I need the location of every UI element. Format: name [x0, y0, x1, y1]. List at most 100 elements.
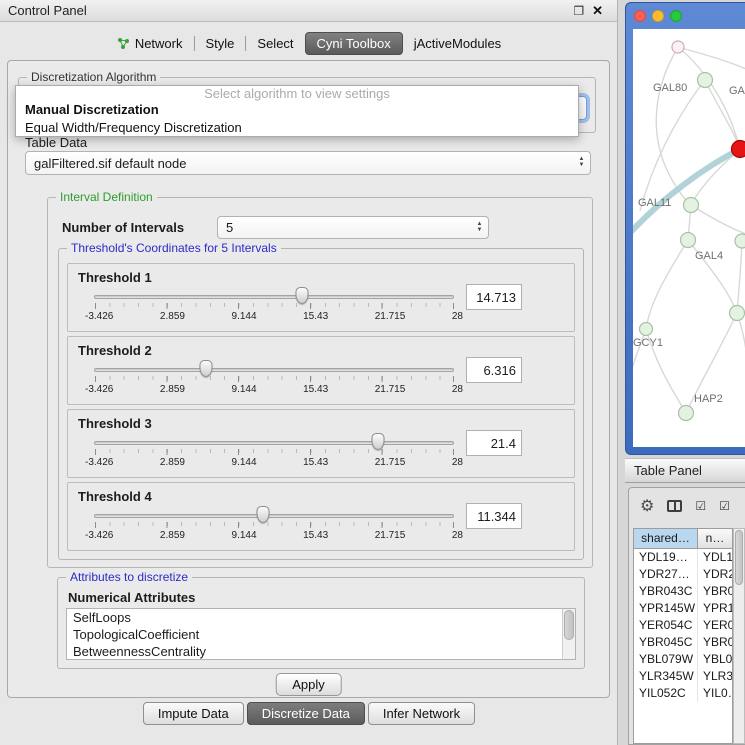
thresholds-group-title: Threshold's Coordinates for 5 Intervals [67, 241, 281, 255]
attributes-group-title: Attributes to discretize [66, 570, 192, 584]
cyni-bottom-tabs: Impute Data Discretize Data Infer Networ… [0, 702, 618, 725]
node-label-gal4: GAL4 [695, 250, 723, 262]
float-window-icon[interactable]: ❐ [573, 4, 584, 18]
threshold-3-slider[interactable]: -3.4262.8599.14415.4321.71528 [94, 432, 454, 476]
node-label-gcy1: GCY1 [633, 337, 663, 349]
table-panel-window: ⚙ ☑ ☑ shared… n… YDL19…YDL1… YDR27…YDR2…… [628, 487, 745, 745]
table-row[interactable]: YBR043CYBR0… [634, 583, 732, 600]
tab-label-jactivemodules: jActiveModules [414, 36, 501, 51]
column-header-name[interactable]: n… [698, 529, 732, 548]
node-label-gal80: GAL80 [653, 82, 687, 94]
list-item-topologicalcoefficient[interactable]: TopologicalCoefficient [67, 626, 575, 643]
table-row[interactable]: YBR045CYBR0… [634, 634, 732, 651]
table-scrollbar[interactable] [733, 528, 745, 744]
table-data-value: galFiltered.sif default node [26, 156, 573, 171]
number-of-intervals-label: Number of Intervals [62, 220, 184, 235]
list-item-betweennesscentrality[interactable]: BetweennessCentrality [67, 643, 575, 660]
combobox-arrows-icon: ▲ ▼ [573, 157, 590, 169]
algorithm-dropdown-popup: Select algorithm to view settings Manual… [15, 85, 579, 137]
list-scrollbar[interactable] [562, 609, 575, 659]
table-row[interactable]: YDR27…YDR2… [634, 566, 732, 583]
slider-thumb[interactable] [199, 360, 212, 377]
network-tab-icon [117, 37, 130, 50]
table-row[interactable]: YIL052CYIL0… [634, 685, 732, 702]
slider-tick-labels: -3.4262.8599.14415.4321.71528 [85, 311, 463, 322]
slider-thumb[interactable] [372, 433, 385, 450]
tab-discretize-data[interactable]: Discretize Data [247, 702, 365, 725]
list-scrollbar-thumb[interactable] [564, 610, 574, 640]
control-panel-tabs: Network Style Select Cyni Toolbox jActiv… [0, 32, 618, 55]
table-scrollbar-thumb[interactable] [735, 530, 743, 585]
table-panel-titlebar[interactable]: Table Panel [625, 458, 745, 483]
columns-icon[interactable] [667, 500, 682, 512]
threshold-1-value-field[interactable]: 14.713 [466, 284, 522, 310]
window-traffic-lights [634, 10, 682, 22]
tab-cyni-toolbox[interactable]: Cyni Toolbox [305, 32, 403, 55]
threshold-4-panel: Threshold 4 -3.4262.8599.14415.4321.7152… [67, 482, 575, 551]
titlebar-icons: ❐ ✕ [573, 3, 603, 19]
tab-impute-data[interactable]: Impute Data [143, 702, 244, 725]
threshold-4-label: Threshold 4 [78, 489, 152, 504]
slider-track[interactable] [94, 368, 454, 372]
node-label-gal11: GAL11 [638, 197, 671, 209]
table-row[interactable]: YER054CYER0… [634, 617, 732, 634]
tab-select[interactable]: Select [246, 32, 304, 55]
tab-label-style: Style [206, 36, 235, 51]
algorithm-group-title: Discretization Algorithm [27, 70, 160, 84]
slider-track[interactable] [94, 441, 454, 445]
tab-network[interactable]: Network [106, 32, 194, 55]
tab-label-cyni-toolbox: Cyni Toolbox [317, 36, 391, 51]
threshold-3-panel: Threshold 3 -3.4262.8599.14415.4321.7152… [67, 409, 575, 478]
table-data-label: Table Data [25, 135, 87, 150]
table-row[interactable]: YLR345WYLR3… [634, 668, 732, 685]
control-panel-titlebar: Control Panel ❐ ✕ [0, 0, 617, 22]
threshold-2-label: Threshold 2 [78, 343, 152, 358]
popup-option-manual-discretization[interactable]: Manual Discretization [16, 101, 578, 118]
tab-infer-network[interactable]: Infer Network [368, 702, 475, 725]
slider-track[interactable] [94, 295, 454, 299]
table-row[interactable]: YPR145WYPR1… [634, 600, 732, 617]
close-window-icon[interactable]: ✕ [592, 3, 603, 19]
thresholds-container: Threshold 1 -3.4262.8599.14415.4321.7152… [67, 263, 575, 551]
table-row[interactable]: YDL19…YDL1… [634, 549, 732, 566]
combobox-arrows-icon: ▲ ▼ [471, 222, 488, 234]
threshold-4-value-field[interactable]: 11.344 [466, 503, 522, 529]
table-header-row: shared… n… [634, 529, 732, 549]
apply-button[interactable]: Apply [275, 673, 342, 696]
tab-style[interactable]: Style [195, 32, 246, 55]
minimize-traffic-light-icon[interactable] [652, 10, 664, 22]
popup-option-equal-width-frequency[interactable]: Equal Width/Frequency Discretization [16, 119, 578, 136]
threshold-1-panel: Threshold 1 -3.4262.8599.14415.4321.7152… [67, 263, 575, 332]
close-traffic-light-icon[interactable] [634, 10, 646, 22]
table-toolbar: ⚙ ☑ ☑ [629, 488, 745, 524]
threshold-3-value-field[interactable]: 21.4 [466, 430, 522, 456]
number-of-intervals-value: 5 [218, 220, 471, 235]
threshold-4-slider[interactable]: -3.4262.8599.14415.4321.71528 [94, 505, 454, 549]
network-canvas[interactable]: GAL80 GA GAL11 GAL4 GCY1 HAP2 [633, 29, 745, 447]
network-view-window: GAL80 GA GAL11 GAL4 GCY1 HAP2 [625, 2, 745, 455]
slider-major-ticks [95, 449, 454, 455]
select-check-icon[interactable]: ☑ [695, 499, 706, 513]
tab-jactivemodules[interactable]: jActiveModules [403, 32, 512, 55]
slider-thumb[interactable] [295, 287, 308, 304]
node-label-hap2: HAP2 [694, 393, 723, 405]
slider-major-ticks [95, 303, 454, 309]
slider-tick-labels: -3.4262.8599.14415.4321.71528 [85, 457, 463, 468]
interval-definition-group: Interval Definition Number of Intervals … [47, 197, 593, 568]
threshold-2-value-field[interactable]: 6.316 [466, 357, 522, 383]
select-check-icon-2[interactable]: ☑ [719, 499, 730, 513]
table-row[interactable]: YBL079WYBL0… [634, 651, 732, 668]
slider-thumb[interactable] [257, 506, 270, 523]
threshold-2-slider[interactable]: -3.4262.8599.14415.4321.71528 [94, 359, 454, 403]
numerical-attributes-list[interactable]: SelfLoops TopologicalCoefficient Between… [66, 608, 576, 660]
threshold-1-slider[interactable]: -3.4262.8599.14415.4321.71528 [94, 286, 454, 330]
popup-placeholder-item: Select algorithm to view settings [16, 86, 578, 101]
settings-gear-icon[interactable]: ⚙ [640, 496, 654, 516]
slider-track[interactable] [94, 514, 454, 518]
number-of-intervals-combobox[interactable]: 5 ▲ ▼ [217, 216, 489, 239]
zoom-traffic-light-icon[interactable] [670, 10, 682, 22]
tab-label-network: Network [135, 36, 183, 51]
column-header-shared-name[interactable]: shared… [634, 529, 698, 548]
table-data-combobox[interactable]: galFiltered.sif default node ▲ ▼ [25, 151, 591, 175]
list-item-selfloops[interactable]: SelfLoops [67, 609, 575, 626]
